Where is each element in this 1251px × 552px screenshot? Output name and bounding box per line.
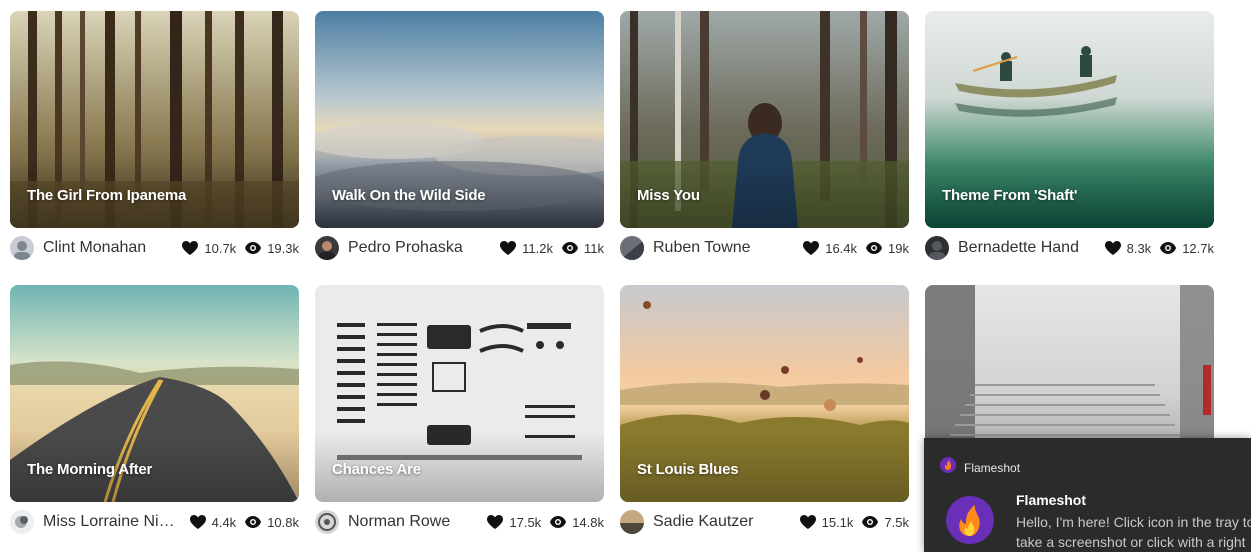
- avatar[interactable]: [315, 510, 339, 534]
- like-count: 10.7k: [204, 240, 237, 256]
- like-count: 15.1k: [821, 514, 854, 530]
- notification-toast[interactable]: Flameshot Flameshot Hello, I'm here! Cli…: [924, 438, 1251, 552]
- eye-icon: [245, 240, 262, 256]
- eye-icon: [862, 514, 879, 530]
- view-count: 19k: [888, 240, 909, 256]
- shot-meta: Miss Lorraine Nienow 4.4k 10.8k: [10, 510, 299, 534]
- shot-meta: Ruben Towne 16.4k 19k: [620, 236, 909, 260]
- shot-thumbnail[interactable]: Theme From 'Shaft': [925, 11, 1214, 228]
- author-name[interactable]: Sadie Kautzer: [653, 513, 754, 531]
- shot-stats: 11.2k 11k: [500, 240, 604, 256]
- shot-stats: 15.1k 7.5k: [799, 514, 909, 530]
- flameshot-small-icon: [940, 457, 956, 478]
- shot-card: Chances Are Norman Rowe 17.5k 14.8k: [315, 285, 604, 552]
- flameshot-icon: [946, 496, 994, 544]
- shot-title: The Morning After: [27, 461, 153, 478]
- eye-icon: [550, 514, 567, 530]
- author-name[interactable]: Norman Rowe: [348, 513, 450, 531]
- shot-thumbnail[interactable]: The Morning After: [10, 285, 299, 502]
- avatar[interactable]: [620, 510, 644, 534]
- shot-card: The Morning After Miss Lorraine Nienow 4…: [10, 285, 299, 552]
- shot-thumbnail[interactable]: Walk On the Wild Side: [315, 11, 604, 228]
- shot-meta: Norman Rowe 17.5k 14.8k: [315, 510, 604, 534]
- heart-icon[interactable]: [189, 514, 206, 530]
- notification-line: Hello, I'm here! Click icon in the tray …: [1016, 514, 1251, 530]
- heart-icon[interactable]: [799, 514, 816, 530]
- notification-line: take a screenshot or click with a right: [1016, 534, 1246, 550]
- shot-stats: 16.4k 19k: [803, 240, 909, 256]
- shot-meta: Pedro Prohaska 11.2k 11k: [315, 236, 604, 260]
- eye-icon: [866, 240, 883, 256]
- shot-thumbnail[interactable]: Chances Are: [315, 285, 604, 502]
- author-name[interactable]: Miss Lorraine Nienow: [43, 513, 183, 531]
- shot-card: Theme From 'Shaft' Bernadette Hand 8.3k …: [925, 11, 1214, 285]
- like-count: 17.5k: [509, 514, 542, 530]
- shot-title: Theme From 'Shaft': [942, 187, 1078, 204]
- author-name[interactable]: Clint Monahan: [43, 239, 146, 257]
- author-name[interactable]: Pedro Prohaska: [348, 239, 463, 257]
- view-count: 19.3k: [267, 240, 299, 256]
- avatar[interactable]: [10, 236, 34, 260]
- like-count: 8.3k: [1126, 240, 1152, 256]
- notification-header: Flameshot: [940, 457, 1020, 478]
- heart-icon[interactable]: [803, 240, 820, 256]
- notification-title: Flameshot: [1016, 492, 1087, 508]
- shot-title: Walk On the Wild Side: [332, 187, 486, 204]
- shot-thumbnail[interactable]: St Louis Blues: [620, 285, 909, 502]
- shot-meta: Clint Monahan 10.7k 19.3k: [10, 236, 299, 260]
- view-count: 10.8k: [267, 514, 299, 530]
- view-count: 11k: [584, 240, 604, 256]
- heart-icon[interactable]: [487, 514, 504, 530]
- author-name[interactable]: Bernadette Hand: [958, 239, 1079, 257]
- view-count: 12.7k: [1182, 240, 1214, 256]
- shot-meta: Sadie Kautzer 15.1k 7.5k: [620, 510, 909, 534]
- shot-stats: 8.3k 12.7k: [1104, 240, 1214, 256]
- like-count: 11.2k: [522, 240, 553, 256]
- avatar[interactable]: [10, 510, 34, 534]
- shot-card: The Girl From Ipanema Clint Monahan 10.7…: [10, 11, 299, 285]
- eye-icon: [245, 514, 262, 530]
- avatar[interactable]: [925, 236, 949, 260]
- shot-stats: 4.4k 10.8k: [189, 514, 299, 530]
- shot-title: Miss You: [637, 187, 700, 204]
- shot-card: Walk On the Wild Side Pedro Prohaska 11.…: [315, 11, 604, 285]
- shot-card: St Louis Blues Sadie Kautzer 15.1k 7.5k: [620, 285, 909, 552]
- view-count: 7.5k: [884, 514, 909, 530]
- heart-icon[interactable]: [182, 240, 199, 256]
- notification-app-name: Flameshot: [964, 460, 1021, 475]
- shot-stats: 17.5k 14.8k: [487, 514, 604, 530]
- author-name[interactable]: Ruben Towne: [653, 239, 751, 257]
- like-count: 16.4k: [825, 240, 858, 256]
- shot-title: St Louis Blues: [637, 461, 739, 478]
- shot-title: The Girl From Ipanema: [27, 187, 187, 204]
- shot-thumbnail[interactable]: Miss You: [620, 11, 909, 228]
- avatar[interactable]: [620, 236, 644, 260]
- heart-icon[interactable]: [1104, 240, 1121, 256]
- avatar[interactable]: [315, 236, 339, 260]
- heart-icon[interactable]: [500, 240, 517, 256]
- like-count: 4.4k: [211, 514, 237, 530]
- shot-stats: 10.7k 19.3k: [182, 240, 299, 256]
- eye-icon: [1160, 240, 1177, 256]
- notification-body: Hello, I'm here! Click icon in the tray …: [1016, 512, 1251, 552]
- view-count: 14.8k: [572, 514, 604, 530]
- shot-thumbnail[interactable]: The Girl From Ipanema: [10, 11, 299, 228]
- shot-meta: Bernadette Hand 8.3k 12.7k: [925, 236, 1214, 260]
- eye-icon: [562, 240, 578, 256]
- shot-title: Chances Are: [332, 461, 421, 478]
- shot-card: Miss You Ruben Towne 16.4k 19k: [620, 11, 909, 285]
